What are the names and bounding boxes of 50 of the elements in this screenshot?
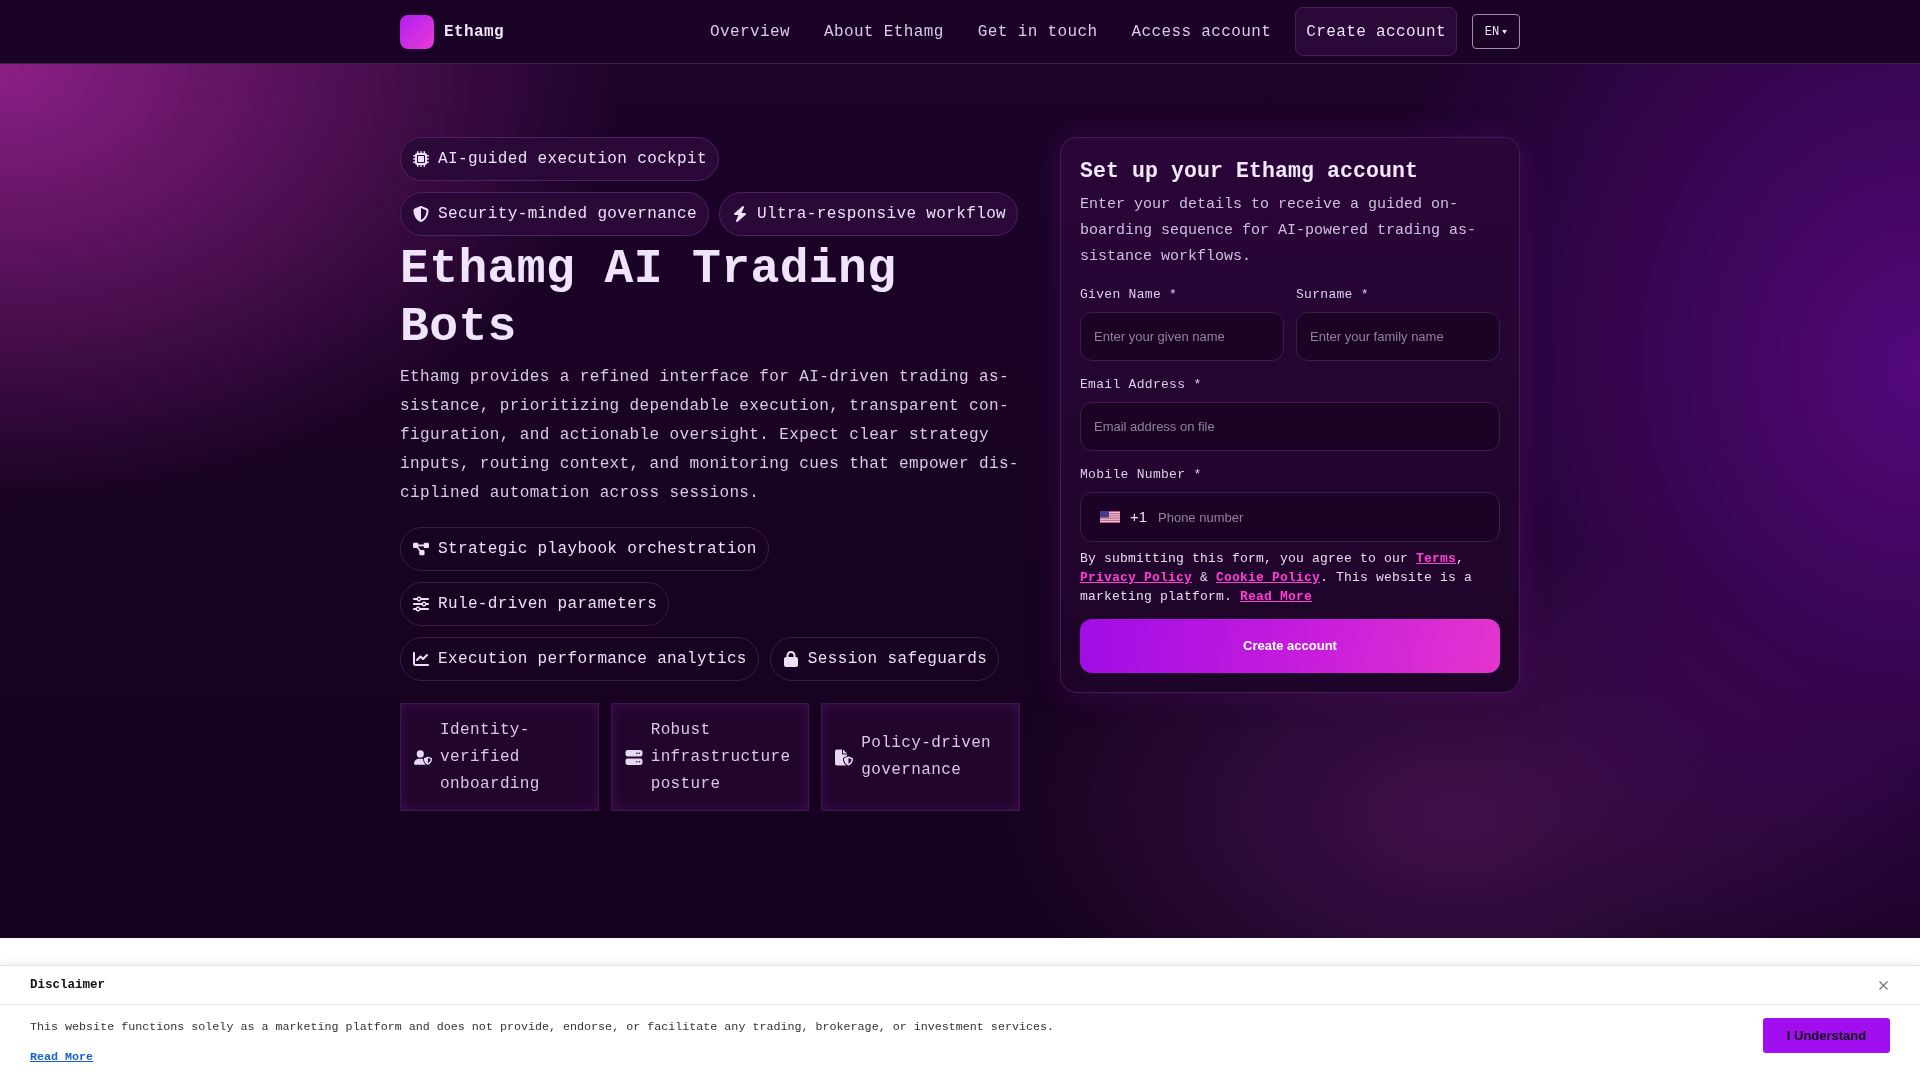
line-chart-icon (413, 651, 429, 667)
disclaimer-text: This website functions solely as a marketing platform and does not provide, endorse, or facilitate any trading, brokerage, or investment services. (30, 1019, 1054, 1035)
nav-link[interactable]: Overview (710, 19, 790, 44)
card-text: Policy-driven governance (861, 733, 993, 781)
submit-button[interactable]: Create account (1080, 619, 1500, 673)
flag-icon (1100, 511, 1120, 523)
nav-link[interactable]: Access account (1131, 19, 1272, 44)
diagram-icon (413, 541, 429, 557)
sliders-icon (413, 596, 429, 612)
user-shield-icon (414, 748, 432, 766)
field-label: Email Address * (1080, 376, 1203, 394)
file-shield-icon (835, 748, 854, 766)
dial-code: +1 (1130, 506, 1148, 527)
brand-name: Ethamg (444, 21, 504, 43)
chip-icon (413, 151, 429, 167)
text-input[interactable]: Enter your family name (1296, 312, 1500, 361)
consent-link[interactable]: Terms (1416, 551, 1457, 566)
language-selector[interactable]: EN (1472, 14, 1520, 49)
nav-link[interactable]: Get in touch (977, 19, 1098, 44)
field-label: Given Name * (1080, 286, 1179, 304)
text-input[interactable]: Enter your given name (1080, 312, 1284, 361)
server-icon (624, 748, 643, 766)
consent-link[interactable]: Privacy Policy (1080, 570, 1193, 585)
hero-title: Ethamg AI Trading Bots (400, 241, 898, 356)
field-label: Surname * (1296, 286, 1370, 304)
read-more-link[interactable]: Read More (30, 1049, 94, 1065)
nav-link[interactable]: About Ethamg (823, 19, 944, 44)
logo-icon (400, 14, 434, 49)
feature-badge: Ultra-responsive workflow (719, 192, 1019, 236)
close-icon (1878, 980, 1888, 990)
understand-button[interactable]: I Understand (1763, 1018, 1890, 1053)
close-button[interactable] (1877, 979, 1889, 991)
feature-badge: Security-minded governance (400, 192, 709, 236)
hero-description: Ethamg provides a refined interface for AI-driven trading as- sistance, prioritizing dependable execution, transparent con- figuration, and actionable oversight. Expect clear strategy inputs, routing context, and monitoring cues that empower dis- ciplined automation across sessions. (400, 367, 1020, 504)
shield-icon (413, 206, 429, 222)
disclaimer-title: Disclaimer (30, 976, 105, 994)
lightning-icon (732, 206, 748, 222)
feature-badge: AI-guided execution cockpit (400, 137, 719, 181)
caret-icon (1502, 29, 1508, 34)
consent-link[interactable]: Cookie Policy (1216, 570, 1321, 585)
consent-text: By submitting this form, you agree to our Terms, Privacy Policy & Cookie Policy. This website is a marketing platform. Read More (1080, 550, 1474, 606)
card-text: Robust infrastructure posture (650, 719, 792, 795)
lock-icon (782, 651, 799, 667)
form-title: Set up your Ethamg account (1080, 158, 1420, 185)
card-text: Identity-verified onboarding (440, 719, 541, 795)
text-input[interactable]: Email address on file (1080, 402, 1500, 451)
form-description: Enter your details to receive a guided on- boarding sequence for AI-powered trading as- sistance workflows. (1080, 195, 1478, 267)
create-account-button[interactable]: Create account (1295, 7, 1457, 56)
field-label: Mobile Number * (1080, 466, 1203, 484)
consent-link[interactable]: Read More (1240, 589, 1313, 604)
